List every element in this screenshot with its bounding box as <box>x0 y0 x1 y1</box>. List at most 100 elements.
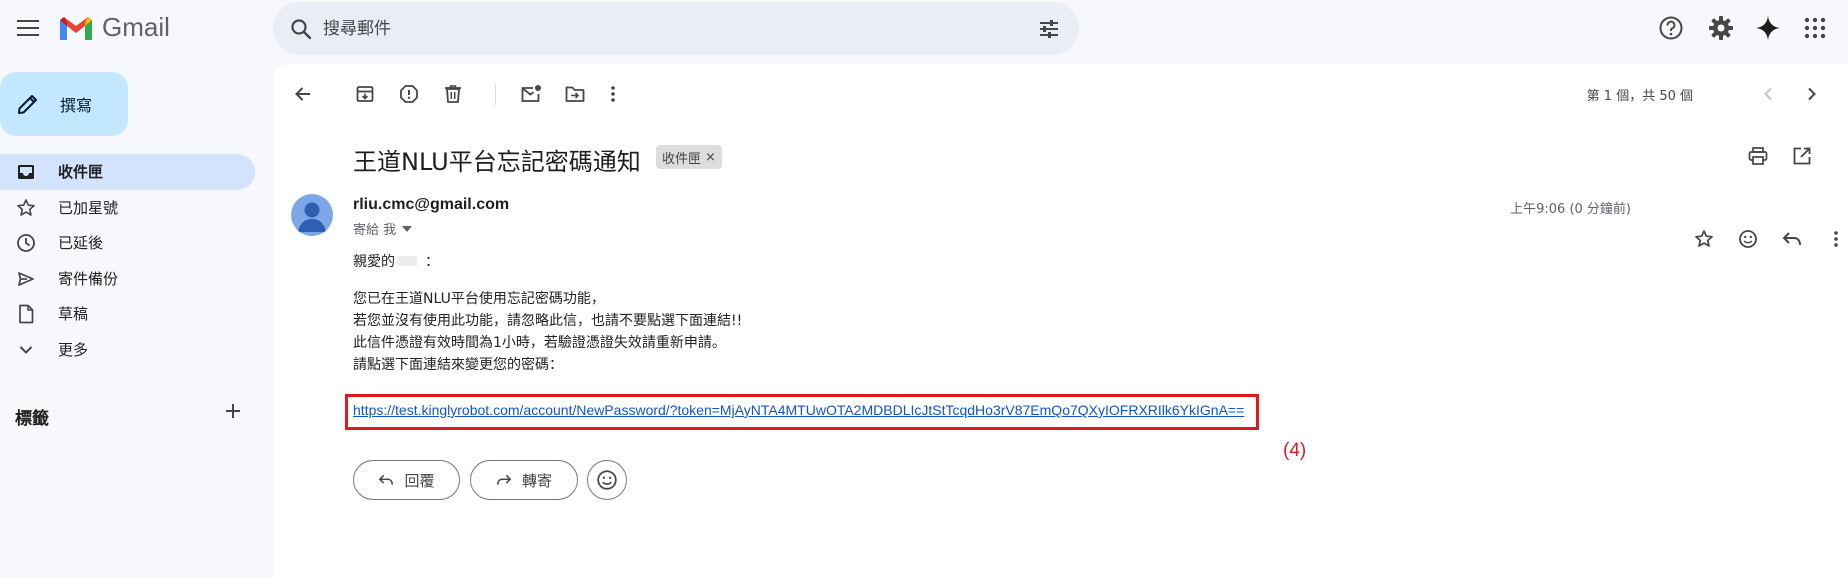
move-folder-icon <box>565 86 585 102</box>
sender-avatar[interactable] <box>291 194 333 236</box>
sidebar-item-drafts[interactable]: 草稿 <box>0 296 255 332</box>
help-icon <box>1659 16 1683 40</box>
menu-icon <box>17 20 39 36</box>
older-button[interactable] <box>1800 82 1824 106</box>
gmail-m-icon <box>60 16 92 40</box>
emoji-icon <box>1739 230 1757 248</box>
body-line: 此信件憑證有效時間為1小時，若驗證憑證失效請重新申請。 <box>353 335 726 351</box>
label-chip[interactable]: 收件匣 × <box>656 145 722 169</box>
greeting-prefix: 親愛的 <box>353 254 395 270</box>
star-icon <box>1695 230 1713 247</box>
pencil-icon <box>18 95 37 114</box>
sidebar-item-label: 已加星號 <box>58 198 119 217</box>
apps-grid-icon <box>1804 17 1826 39</box>
labels-heading: 標籤 <box>15 409 49 429</box>
gmail-app: Gmail 搜尋郵件 撰寫 收件匣 已加星號 已延後 寄件備份 草稿 更多 標籤… <box>0 0 1848 577</box>
mark-unread-button[interactable] <box>519 82 543 106</box>
gmail-logo[interactable]: Gmail <box>58 12 170 43</box>
apps-button[interactable] <box>1800 13 1830 43</box>
sidebar-item-snoozed[interactable]: 已延後 <box>0 225 255 261</box>
message-pane: 第 1 個，共 50 個 王道NLU平台忘記密碼通知 收件匣 × rliu.cm… <box>273 64 1848 577</box>
body-paragraph: 您已在王道NLU平台使用忘記密碼功能， 若您並沒有使用此功能，請忽略此信，也請不… <box>353 288 742 376</box>
sidebar-item-label: 已延後 <box>58 234 104 253</box>
search-input[interactable] <box>323 2 983 55</box>
pagination-text: 第 1 個，共 50 個 <box>1586 89 1693 104</box>
plus-icon <box>226 404 240 418</box>
add-reaction-button[interactable] <box>1736 227 1760 251</box>
greeting: 親愛的 ： <box>353 250 742 272</box>
arrow-left-icon <box>295 87 310 101</box>
forward-label: 轉寄 <box>521 471 552 490</box>
reply-button[interactable] <box>1780 227 1804 251</box>
archive-button[interactable] <box>353 82 377 106</box>
sidebar-item-label: 更多 <box>58 340 89 359</box>
remove-label-icon[interactable]: × <box>705 150 716 165</box>
toolbar-divider <box>495 83 496 105</box>
email-subject: 王道NLU平台忘記密碼通知 <box>353 148 641 176</box>
top-bar: Gmail <box>0 0 1848 58</box>
mark-unread-icon <box>521 85 541 102</box>
move-to-button[interactable] <box>563 82 587 106</box>
sparkle-icon <box>1756 16 1780 40</box>
sidebar-item-inbox[interactable]: 收件匣 <box>0 154 255 190</box>
chevron-down-icon <box>16 340 36 360</box>
chevron-right-icon <box>1808 87 1816 101</box>
caret-down-icon[interactable] <box>402 225 413 232</box>
label-chip-text: 收件匣 <box>662 151 702 167</box>
forward-pill-button[interactable]: 轉寄 <box>470 460 578 500</box>
reply-icon <box>1782 232 1801 246</box>
gear-icon <box>1709 16 1733 40</box>
greeting-suffix: ： <box>425 254 439 270</box>
search-bar[interactable] <box>273 2 1079 55</box>
star-button[interactable] <box>1692 227 1716 251</box>
print-button[interactable] <box>1746 144 1770 168</box>
sidebar-nav: 收件匣 已加星號 已延後 寄件備份 草稿 更多 <box>0 154 255 367</box>
add-label-button[interactable] <box>224 402 242 425</box>
print-icon <box>1748 147 1768 165</box>
report-spam-button[interactable] <box>397 82 421 106</box>
newer-button[interactable] <box>1756 82 1780 106</box>
compose-button[interactable]: 撰寫 <box>0 72 128 136</box>
send-icon <box>16 269 36 289</box>
person-icon <box>298 202 326 232</box>
help-button[interactable] <box>1656 13 1686 43</box>
sidebar-item-label: 收件匣 <box>58 163 104 182</box>
message-more-button[interactable] <box>1824 227 1848 251</box>
body-line: 若您並沒有使用此功能，請忽略此信，也請不要點選下面連結!! <box>353 313 743 329</box>
delete-button[interactable] <box>441 82 465 106</box>
react-pill-button[interactable] <box>587 460 627 500</box>
sidebar-item-starred[interactable]: 已加星號 <box>0 190 255 226</box>
redacted-name <box>397 256 417 266</box>
sidebar-item-label: 寄件備份 <box>58 269 119 288</box>
search-icon[interactable] <box>289 17 313 41</box>
clock-icon <box>16 233 36 253</box>
app-name: Gmail <box>102 12 170 42</box>
back-button[interactable] <box>291 82 315 106</box>
more-options-button[interactable] <box>601 82 625 106</box>
more-vert-icon <box>1834 231 1838 247</box>
main-menu-button[interactable] <box>10 10 46 46</box>
trash-icon <box>445 85 461 103</box>
report-icon <box>400 85 418 103</box>
inbox-icon <box>16 162 36 182</box>
compose-label: 撰寫 <box>60 96 93 115</box>
gemini-button[interactable] <box>1753 13 1783 43</box>
reply-pill-button[interactable]: 回覆 <box>353 460 460 500</box>
sender-email[interactable]: rliu.cmc@gmail.com <box>353 196 509 214</box>
chevron-left-icon <box>1764 87 1772 101</box>
recipient-line[interactable]: 寄給 我 <box>353 219 413 238</box>
reset-password-link[interactable]: https://test.kinglyrobot.com/account/New… <box>353 402 1244 418</box>
email-timestamp: 上午9:06 (0 分鐘前) <box>1510 202 1631 217</box>
reply-label: 回覆 <box>404 471 435 490</box>
sidebar-item-more[interactable]: 更多 <box>0 332 255 368</box>
emoji-icon <box>597 470 617 490</box>
open-in-new-icon <box>1793 147 1811 165</box>
draft-icon <box>16 304 36 324</box>
sidebar-item-label: 草稿 <box>58 305 89 324</box>
settings-button[interactable] <box>1706 13 1736 43</box>
email-body: 親愛的 ： 您已在王道NLU平台使用忘記密碼功能， 若您並沒有使用此功能，請忽略… <box>353 250 742 376</box>
sidebar-item-sent[interactable]: 寄件備份 <box>0 261 255 297</box>
search-options-icon[interactable] <box>1037 17 1061 41</box>
recipient-text: 寄給 我 <box>353 223 397 238</box>
open-new-window-button[interactable] <box>1790 144 1814 168</box>
